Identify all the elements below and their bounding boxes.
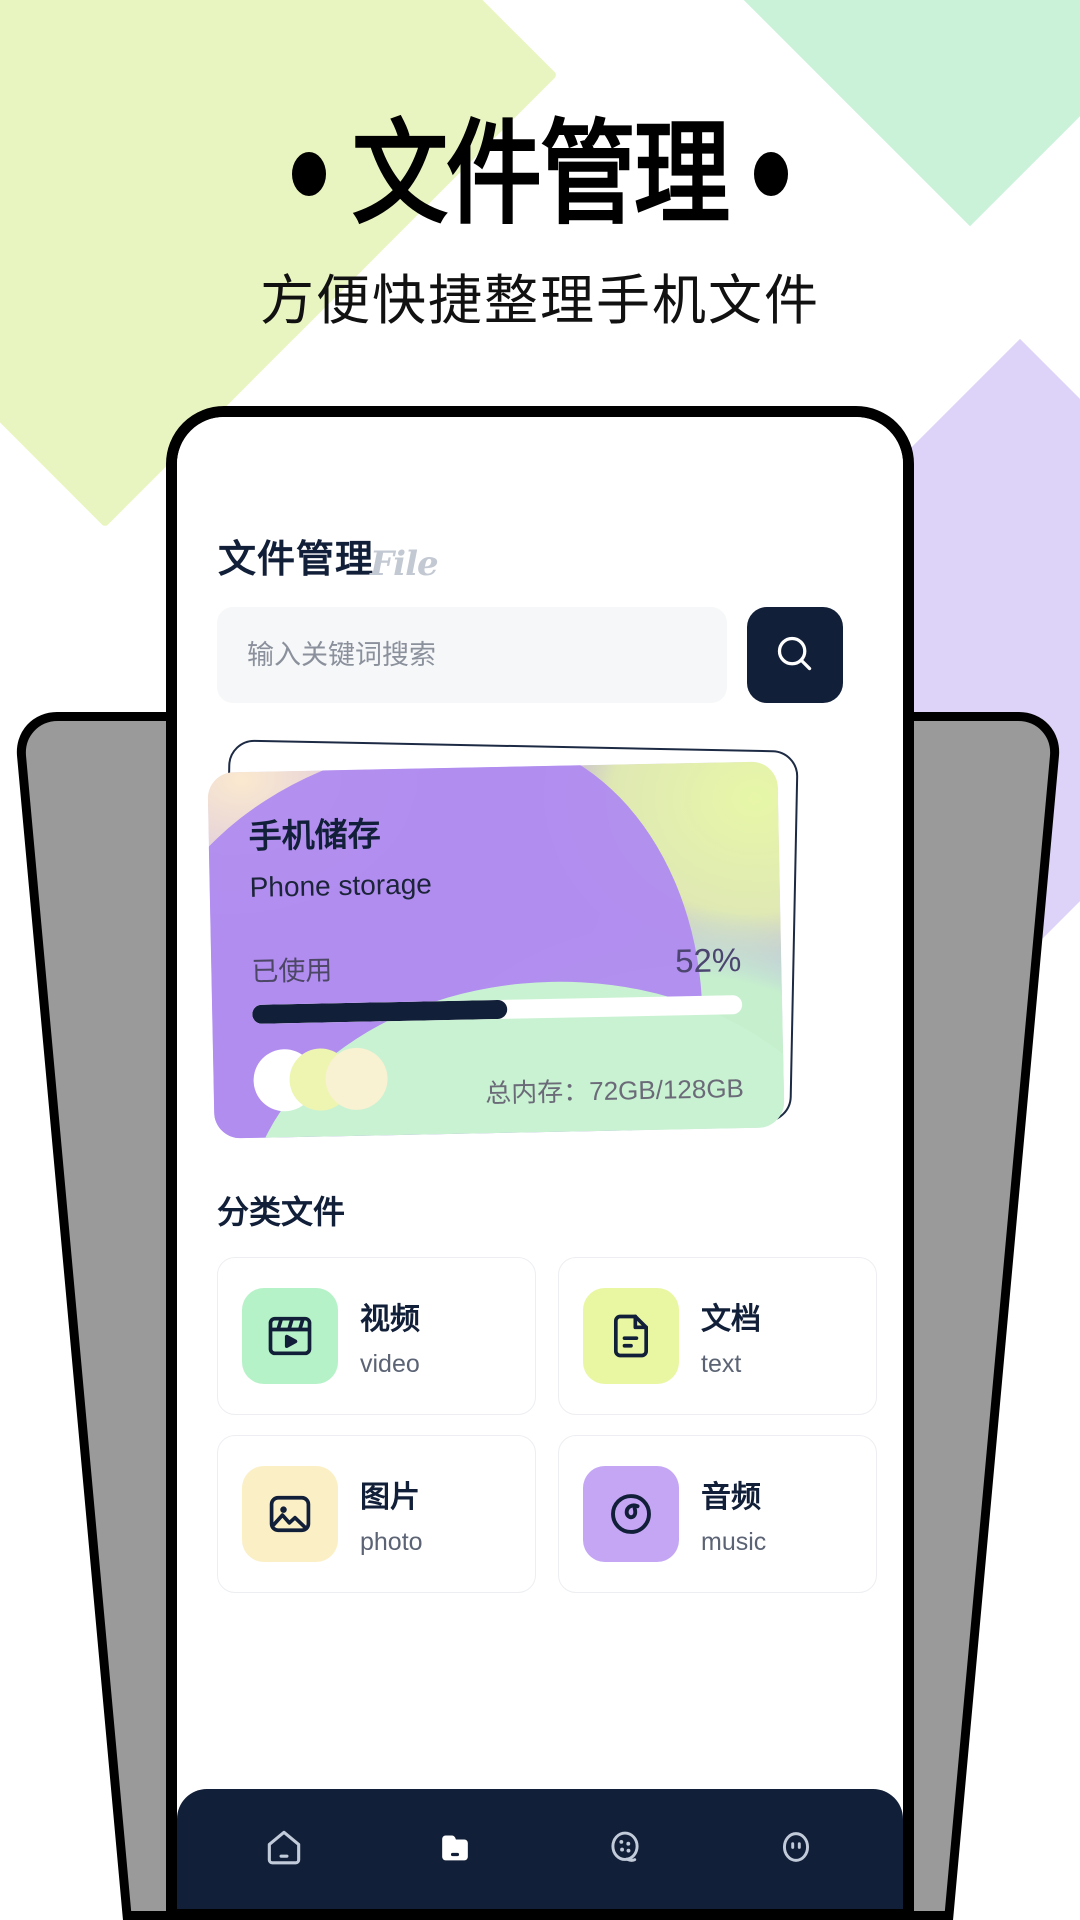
nav-item-folder[interactable] (418, 1812, 492, 1886)
hero-title: 文件管理 (352, 107, 730, 241)
hero-dot-left (292, 152, 326, 196)
storage-total-text: 总内存：72GB/128GB (484, 1073, 745, 1109)
storage-subtitle: Phone storage (249, 868, 433, 903)
category-text: 视频 video (360, 1294, 420, 1379)
categories-grid: 视频 video 文档 text 图片 photo 音频 music (217, 1257, 877, 1593)
bottom-navigation (177, 1789, 903, 1909)
search-row (217, 607, 843, 703)
app-header: 文件管理 File (218, 528, 439, 585)
face-icon (774, 1825, 818, 1874)
category-name: 图片 (360, 1480, 420, 1514)
phone-mockup: 文件管理 File 输入关键词搜索 手机储存 Phone storage 已使用… (166, 406, 914, 1920)
category-card-text[interactable]: 文档 text (558, 1257, 877, 1415)
storage-used-percent: 52% (674, 941, 742, 980)
category-name-en: photo (360, 1527, 423, 1556)
image-icon (242, 1466, 338, 1562)
category-text: 图片 photo (360, 1472, 423, 1557)
category-name-en: video (360, 1349, 420, 1378)
hero-subtitle: 方便快捷整理手机文件 (260, 271, 820, 331)
nav-item-home[interactable] (247, 1812, 321, 1886)
category-card-photo[interactable]: 图片 photo (217, 1435, 536, 1593)
category-name-en: music (701, 1527, 767, 1556)
page-title: 文件管理 (218, 539, 375, 581)
search-button[interactable] (747, 607, 843, 703)
storage-usage-row: 已使用 52% (251, 940, 742, 989)
nav-item-film-reel[interactable] (588, 1812, 662, 1886)
search-input[interactable] (247, 639, 697, 671)
storage-progress-fill (252, 999, 508, 1024)
category-text: 文档 text (701, 1294, 761, 1379)
storage-title: 手机储存 (248, 815, 382, 855)
film-icon (242, 1288, 338, 1384)
decor-circle-cream (324, 1047, 389, 1111)
document-icon (583, 1288, 679, 1384)
storage-decor-circles (252, 1047, 389, 1112)
category-name: 视频 (360, 1302, 420, 1336)
film-reel-icon (603, 1825, 647, 1874)
hero-dot-right (754, 152, 788, 196)
storage-card[interactable]: 手机储存 Phone storage 已使用 52% 总内存：72GB/128G… (207, 761, 785, 1139)
app-screen: 文件管理 File 输入关键词搜索 手机储存 Phone storage 已使用… (177, 417, 903, 1909)
category-name: 音频 (701, 1480, 761, 1514)
storage-used-label: 已使用 (251, 955, 333, 987)
category-name: 文档 (701, 1302, 761, 1336)
category-card-music[interactable]: 音频 music (558, 1435, 877, 1593)
search-icon (772, 631, 818, 680)
hero-section: 文件管理 方便快捷整理手机文件 (0, 0, 1080, 335)
storage-progress-track (252, 995, 743, 1024)
nav-item-face[interactable] (759, 1812, 833, 1886)
categories-heading: 分类文件 (217, 1194, 346, 1230)
page-title-en: File (370, 544, 439, 585)
search-field[interactable] (217, 607, 727, 703)
home-icon (262, 1825, 306, 1874)
storage-card-wrap: 手机储存 Phone storage 已使用 52% 总内存：72GB/128G… (207, 739, 801, 1145)
poster-root: 文件管理 方便快捷整理手机文件 文件管理 File 输入关键词搜索 手机储存 P… (0, 0, 1080, 1920)
hero-title-row: 文件管理 (0, 117, 1080, 231)
category-card-video[interactable]: 视频 video (217, 1257, 536, 1415)
disc-icon (583, 1466, 679, 1562)
category-name-en: text (701, 1349, 742, 1378)
category-text: 音频 music (701, 1472, 766, 1557)
folder-icon (433, 1825, 477, 1874)
